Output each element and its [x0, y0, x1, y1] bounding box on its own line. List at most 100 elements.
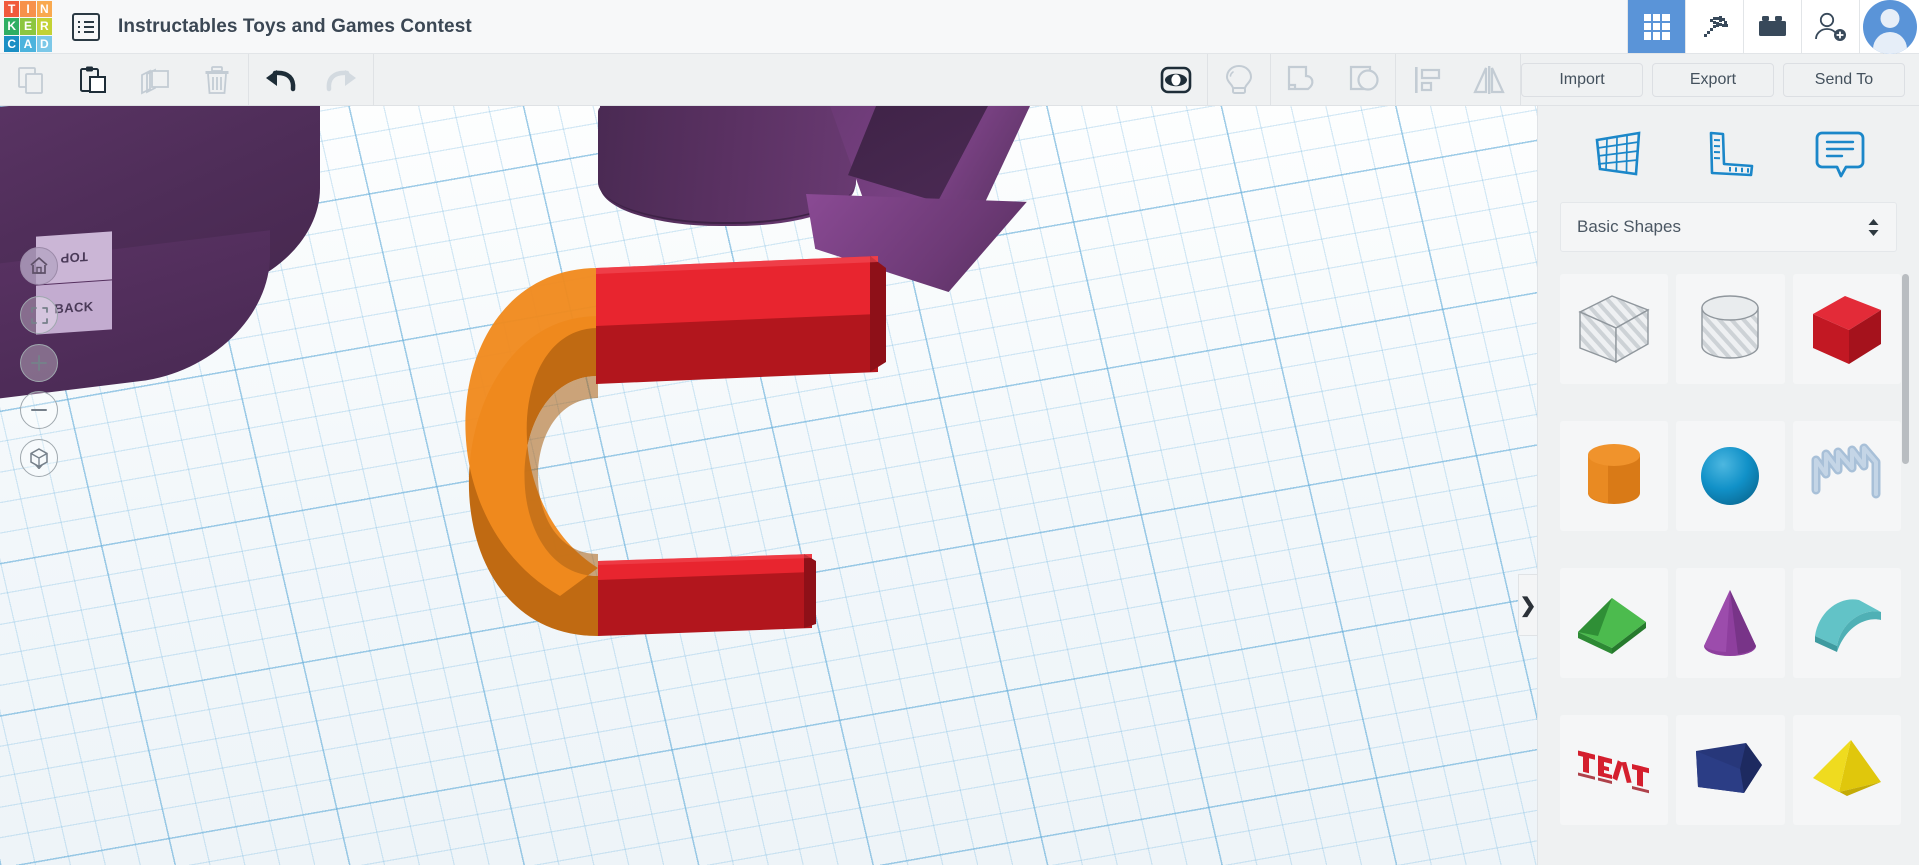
shape-scribble[interactable] — [1792, 421, 1901, 531]
show-hide-button[interactable] — [1145, 54, 1207, 106]
horseshoe-magnet-model[interactable] — [400, 216, 920, 656]
undo-button[interactable] — [249, 54, 311, 106]
avatar — [1862, 0, 1917, 54]
chevron-down-icon — [1868, 229, 1879, 236]
align-tools — [1396, 54, 1520, 106]
shape-pyramid-thumb — [1812, 740, 1881, 796]
zoom-out-button[interactable] — [20, 391, 58, 429]
shape-text-thumb — [1578, 750, 1650, 794]
shape-pyramid[interactable] — [1792, 715, 1901, 825]
panel-tool-icons — [1538, 106, 1919, 202]
copy-icon — [18, 66, 43, 94]
shape-roof-thumb — [1578, 598, 1647, 654]
projection-toggle-button[interactable] — [20, 439, 58, 477]
mirror-icon — [1473, 65, 1505, 94]
shape-text[interactable] — [1560, 715, 1669, 825]
workplane-button[interactable] — [1585, 123, 1651, 185]
shape-round-roof[interactable] — [1792, 568, 1901, 678]
group-button[interactable] — [1271, 54, 1333, 106]
shape-sphere-thumb — [1701, 447, 1760, 505]
add-person-icon — [1814, 12, 1846, 41]
account-button[interactable] — [1859, 0, 1919, 54]
gallery-grid-button[interactable] — [1627, 0, 1685, 53]
mirror-button[interactable] — [1458, 54, 1520, 106]
panel-collapse-button[interactable]: ❯ — [1518, 574, 1537, 636]
workplane-icon — [1595, 131, 1640, 176]
document-list-button[interactable] — [72, 0, 100, 53]
highlight-tools — [1208, 54, 1270, 106]
shape-box[interactable] — [1792, 274, 1901, 384]
gallery-grid-icon — [1643, 13, 1670, 40]
logo-tile: K — [4, 18, 20, 35]
logo-tile: I — [20, 1, 36, 18]
group-tools — [1271, 54, 1395, 106]
ungroup-icon — [1349, 65, 1379, 91]
shape-sphere[interactable] — [1676, 421, 1785, 531]
shape-scribble-thumb — [1811, 443, 1881, 499]
send-to-button[interactable]: Send To — [1783, 62, 1905, 97]
lego-brick-icon — [1758, 15, 1786, 36]
3d-viewport[interactable]: TOP BACK ❯ — [0, 106, 1537, 865]
logo-tile: C — [4, 35, 20, 52]
invite-people-button[interactable] — [1801, 0, 1859, 53]
highlight-button[interactable] — [1208, 54, 1270, 106]
delete-button[interactable] — [186, 54, 248, 106]
logo-tile: A — [20, 35, 36, 52]
logo-tile: R — [36, 18, 52, 35]
export-button[interactable]: Export — [1652, 62, 1774, 97]
document-list-icon — [72, 12, 100, 41]
shape-cylinder-hole[interactable] — [1676, 274, 1785, 384]
align-icon — [1415, 66, 1441, 93]
shape-cylinder[interactable] — [1560, 421, 1669, 531]
shape-library-grid — [1538, 274, 1919, 854]
logo-tile: D — [36, 35, 52, 52]
ruler-icon — [1709, 131, 1753, 177]
zoom-in-button[interactable] — [20, 344, 58, 382]
paste-icon — [80, 66, 106, 93]
plus-icon — [31, 355, 47, 371]
shape-panel-scrollbar[interactable] — [1902, 274, 1909, 464]
chevron-up-icon — [1868, 218, 1879, 225]
import-button[interactable]: Import — [1521, 62, 1643, 97]
history-tools — [249, 54, 373, 106]
show-hide-eye-icon — [1160, 66, 1192, 93]
shape-cylinder-hole-thumb — [1701, 295, 1760, 359]
minecraft-button[interactable] — [1685, 0, 1743, 53]
shape-library-select[interactable]: Basic Shapes — [1560, 202, 1897, 252]
minus-icon — [31, 409, 47, 411]
align-button[interactable] — [1396, 54, 1458, 106]
file-actions: Import Export Send To — [1521, 62, 1919, 97]
shape-box-hole[interactable] — [1560, 274, 1669, 384]
notes-button[interactable] — [1807, 123, 1873, 185]
ungroup-button[interactable] — [1333, 54, 1395, 106]
logo-tile: N — [36, 1, 52, 18]
undo-icon — [266, 69, 296, 91]
lego-bricks-button[interactable] — [1743, 0, 1801, 53]
shape-box-thumb — [1812, 296, 1881, 364]
shape-wedge[interactable] — [1676, 715, 1785, 825]
copy-button[interactable] — [0, 54, 62, 106]
redo-button[interactable] — [311, 54, 373, 106]
page-title: Instructables Toys and Games Contest — [118, 15, 472, 37]
ruler-button[interactable] — [1696, 123, 1762, 185]
shape-cylinder-thumb — [1588, 444, 1641, 504]
shape-cone[interactable] — [1676, 568, 1785, 678]
spinner-arrows — [1867, 218, 1880, 237]
duplicate-button[interactable] — [124, 54, 186, 106]
group-icon — [1287, 65, 1314, 90]
shape-box-hole-thumb — [1578, 295, 1650, 364]
fit-view-button[interactable] — [20, 296, 58, 334]
home-view-button[interactable] — [20, 247, 58, 285]
minecraft-pickaxe-icon — [1703, 15, 1728, 37]
paste-button[interactable] — [62, 54, 124, 106]
home-icon — [30, 257, 48, 274]
logo-tile: E — [20, 18, 36, 35]
shapes-panel: Basic Shapes — [1537, 106, 1919, 865]
visibility-tools — [1145, 54, 1207, 106]
shape-library-value: Basic Shapes — [1577, 217, 1681, 236]
cube-projection-icon — [30, 447, 48, 469]
top-icon-group — [1627, 0, 1919, 54]
shape-roof[interactable] — [1560, 568, 1669, 678]
tinkercad-logo[interactable]: T I N K E R C A D — [0, 0, 60, 54]
